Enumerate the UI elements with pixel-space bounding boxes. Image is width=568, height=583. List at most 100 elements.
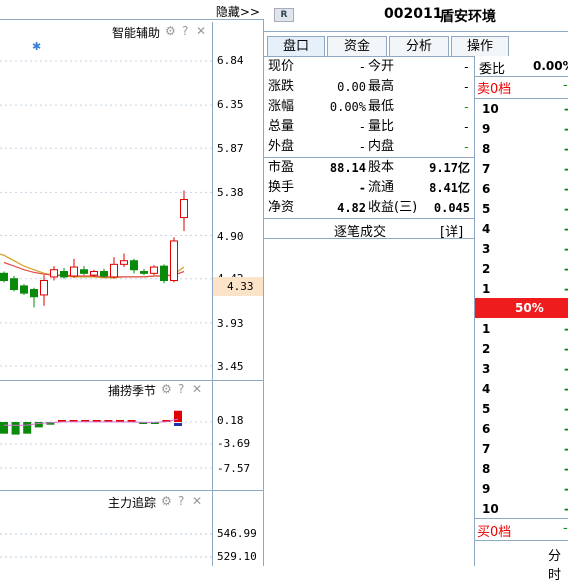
buy-level-label: 2 [482, 342, 491, 356]
axis-tick: 4.90 [217, 230, 244, 243]
gear-icon[interactable]: ⚙ [161, 494, 172, 508]
candle-body [60, 271, 68, 278]
buy-level-row[interactable]: 2- [478, 339, 568, 359]
indicator-bar [11, 422, 20, 435]
axis-tick: 546.99 [217, 527, 257, 540]
sell-level-row[interactable]: 8- [478, 139, 568, 159]
bottom-tab-timeshare[interactable]: 分时 [548, 545, 568, 583]
third-pane-header: 主力追踪 ⚙ ? ✕ [0, 492, 212, 510]
buy-level-value: - [564, 499, 568, 519]
sell-level-value: - [564, 119, 568, 139]
quote-value: 88.14 [329, 161, 366, 175]
chart-toolbar: 隐藏>> [0, 0, 264, 20]
buy-level-label: 8 [482, 462, 491, 476]
buy-level-value: - [564, 459, 568, 479]
buy-level-row[interactable]: 9- [478, 479, 568, 499]
r-badge[interactable]: R [274, 8, 294, 22]
sell-level-row[interactable]: 10 - [478, 99, 568, 119]
buy-level-row[interactable]: 7- [478, 439, 568, 459]
help-icon[interactable]: ? [178, 494, 184, 508]
buy-level-row[interactable]: 3- [478, 359, 568, 379]
quote-label: 外盘 [268, 139, 295, 154]
close-icon[interactable]: ✕ [192, 382, 202, 396]
chart-area: 隐藏>> 智能辅助 ⚙ ? ✕ ✱ 6.84 6.35 5.87 5.38 4.… [0, 0, 264, 566]
buy-level-value: - [564, 379, 568, 399]
buy-level-row[interactable]: 4- [478, 379, 568, 399]
candle-body [70, 266, 78, 277]
sell-total-label: 卖0档 [477, 82, 512, 97]
stock-title-bar: R 002011 盾安环境 [264, 0, 568, 32]
buy-level-value: - [564, 419, 568, 439]
sell-level-row[interactable]: 4- [478, 219, 568, 239]
buy-total-label: 买0档 [477, 525, 512, 540]
sell-level-row[interactable]: 5- [478, 199, 568, 219]
quote-row: 净资 4.82 收益(三) 0.045 [268, 198, 472, 218]
trade-detail-bar[interactable]: 逐笔成交 [详] [264, 219, 474, 240]
sell-level-row[interactable]: 2- [478, 259, 568, 279]
axis-tick: 5.87 [217, 142, 244, 155]
quote-value: 0.045 [433, 201, 470, 215]
axis-tick: 6.84 [217, 54, 244, 67]
quote-label: 股本 [368, 160, 395, 175]
candle-body [140, 271, 148, 274]
candle-body [120, 260, 128, 265]
buy-level-row[interactable]: 10 - [478, 499, 568, 519]
sell-level-value: - [564, 279, 568, 299]
close-icon[interactable]: ✕ [196, 24, 206, 38]
indicator-chart[interactable] [0, 396, 212, 490]
sell-level-label: 9 [482, 122, 491, 136]
quote-value: - [462, 140, 470, 154]
quote-value: - [462, 120, 470, 134]
quote-value: - [462, 80, 470, 94]
main-pane-title: 智能辅助 [112, 26, 161, 40]
sell-level-row[interactable]: 6- [478, 179, 568, 199]
quote-value: - [358, 120, 366, 134]
tab-analysis[interactable]: 分析 [389, 36, 449, 56]
sell-level-row[interactable]: 9- [478, 119, 568, 139]
candle-body [150, 266, 158, 274]
tab-funds[interactable]: 资金 [327, 36, 387, 56]
quote-label: 内盘 [368, 139, 395, 154]
sell-level-value: - [564, 239, 568, 259]
buy-level-row[interactable]: 1- [478, 319, 568, 339]
buy-level-row[interactable]: 8- [478, 459, 568, 479]
sell-level-label: 3 [482, 242, 491, 256]
volume-pane-grid [0, 533, 212, 558]
sell-level-label: 7 [482, 162, 491, 176]
detail-link[interactable]: [详] [440, 221, 463, 240]
buy-level-label: 10 [482, 502, 499, 516]
sell-level-value: - [564, 259, 568, 279]
close-icon[interactable]: ✕ [192, 494, 202, 508]
axis-tick: 0.18 [217, 414, 244, 427]
sell-level-row[interactable]: 7- [478, 159, 568, 179]
buy-level-row[interactable]: 5- [478, 399, 568, 419]
stock-name: 盾安环境 [440, 9, 496, 25]
quote-label: 涨跌 [268, 79, 295, 94]
axis-tick: 3.93 [217, 317, 244, 330]
quote-row: 总量 - 量比 - [268, 117, 472, 137]
candle-body [110, 263, 118, 278]
sell-level-label: 1 [482, 282, 491, 296]
help-icon[interactable]: ? [178, 382, 184, 396]
quote-row: 现价 - 今开 - [268, 57, 472, 77]
quote-value: - [358, 140, 366, 154]
sell-level-row[interactable]: 1- [478, 279, 568, 299]
quote-label: 现价 [268, 59, 295, 74]
quote-row: 换手 - 流通 8.41亿 [268, 178, 472, 198]
buy-level-value: - [564, 439, 568, 459]
kline-chart[interactable]: ✱ [0, 40, 212, 380]
indicator-marker [174, 423, 182, 426]
quote-value: - [358, 181, 366, 195]
tab-operation[interactable]: 操作 [451, 36, 509, 56]
gear-icon[interactable]: ⚙ [165, 24, 176, 38]
hide-panel-button[interactable]: 隐藏>> [216, 3, 260, 20]
buy-level-value: - [564, 359, 568, 379]
help-icon[interactable]: ? [182, 24, 188, 38]
quote-label: 换手 [268, 180, 295, 195]
tab-pankou[interactable]: 盘口 [267, 36, 325, 56]
candle-body [20, 285, 28, 294]
buy-level-row[interactable]: 6- [478, 419, 568, 439]
quote-value: 8.41亿 [429, 181, 470, 195]
gear-icon[interactable]: ⚙ [161, 382, 172, 396]
sell-level-row[interactable]: 3- [478, 239, 568, 259]
